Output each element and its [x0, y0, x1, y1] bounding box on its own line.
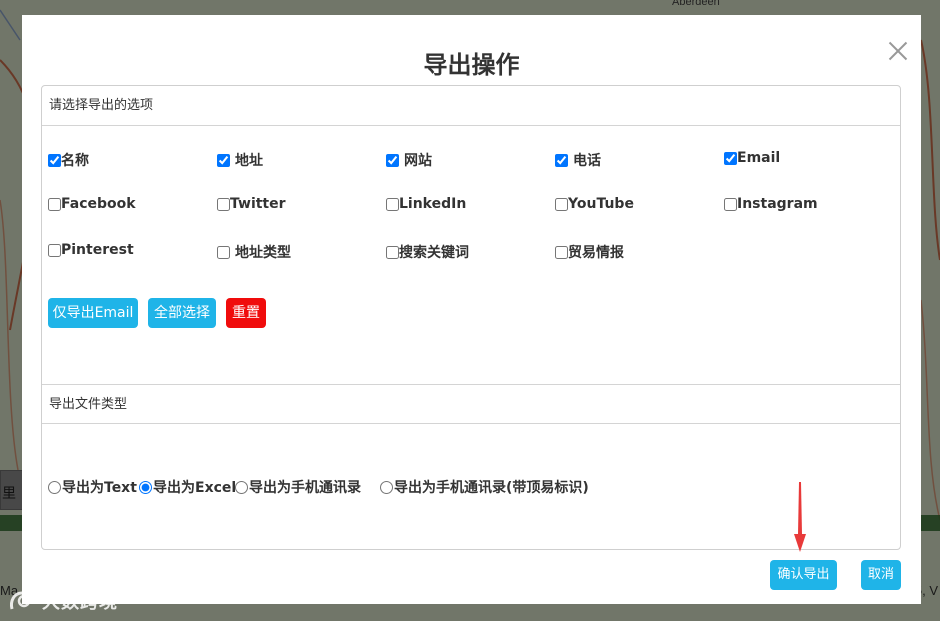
radio-export-excel[interactable]: 导出为Excel — [139, 477, 236, 497]
field-checkbox-address[interactable]: 地址 — [217, 150, 263, 170]
field-checkbox-linkedin[interactable]: LinkedIn — [386, 196, 466, 212]
field-checkbox-website[interactable]: 网站 — [386, 150, 432, 170]
export-dialog: 导出操作 请选择导出的选项 名称 地址 网站 电话 Email Facebook — [22, 15, 921, 604]
radio[interactable] — [235, 480, 248, 494]
field-checkbox-address-type[interactable]: 地址类型 — [217, 242, 291, 262]
checkbox[interactable] — [555, 245, 568, 259]
checkbox[interactable] — [386, 245, 399, 259]
export-options-panel: 请选择导出的选项 名称 地址 网站 电话 Email Facebook Twit… — [41, 85, 901, 550]
field-checkbox-name[interactable]: 名称 — [48, 150, 89, 170]
file-type-section-label: 导出文件类型 — [42, 384, 900, 424]
annotation-arrow-icon — [794, 482, 806, 552]
field-checkbox-youtube[interactable]: YouTube — [555, 196, 634, 212]
checkbox[interactable] — [386, 153, 399, 167]
options-section-label: 请选择导出的选项 — [42, 86, 900, 126]
checkbox[interactable] — [48, 153, 61, 167]
cancel-button[interactable]: 取消 — [861, 560, 901, 590]
radio[interactable] — [380, 480, 393, 494]
field-checkbox-facebook[interactable]: Facebook — [48, 196, 136, 212]
field-checkbox-email[interactable]: Email — [724, 150, 780, 166]
select-all-button[interactable]: 全部选择 — [148, 298, 216, 328]
export-email-only-button[interactable]: 仅导出Email — [48, 298, 138, 328]
checkbox[interactable] — [217, 153, 230, 167]
radio[interactable] — [139, 480, 152, 494]
checkbox[interactable] — [48, 197, 61, 211]
checkbox[interactable] — [217, 197, 230, 211]
field-checkbox-phone[interactable]: 电话 — [555, 150, 601, 170]
field-checkbox-pinterest[interactable]: Pinterest — [48, 242, 134, 258]
field-checkbox-instagram[interactable]: Instagram — [724, 196, 818, 212]
radio-export-text[interactable]: 导出为Text — [48, 477, 137, 497]
radio-export-contacts-branded[interactable]: 导出为手机通讯录(带顶易标识) — [380, 477, 589, 497]
field-checkbox-trade-intel[interactable]: 贸易情报 — [555, 242, 624, 262]
field-checkbox-search-keyword[interactable]: 搜索关键词 — [386, 242, 469, 262]
radio-export-contacts[interactable]: 导出为手机通讯录 — [235, 477, 361, 497]
radio[interactable] — [48, 480, 61, 494]
checkbox[interactable] — [386, 197, 399, 211]
checkbox[interactable] — [724, 197, 737, 211]
dialog-title: 导出操作 — [423, 51, 520, 79]
checkbox[interactable] — [555, 153, 568, 167]
field-checkbox-twitter[interactable]: Twitter — [217, 196, 286, 212]
checkbox[interactable] — [724, 151, 737, 165]
close-icon[interactable] — [888, 41, 908, 61]
reset-button[interactable]: 重置 — [226, 298, 266, 328]
checkbox[interactable] — [217, 245, 230, 259]
confirm-export-button[interactable]: 确认导出 — [770, 560, 837, 590]
checkbox[interactable] — [48, 243, 61, 257]
checkbox[interactable] — [555, 197, 568, 211]
